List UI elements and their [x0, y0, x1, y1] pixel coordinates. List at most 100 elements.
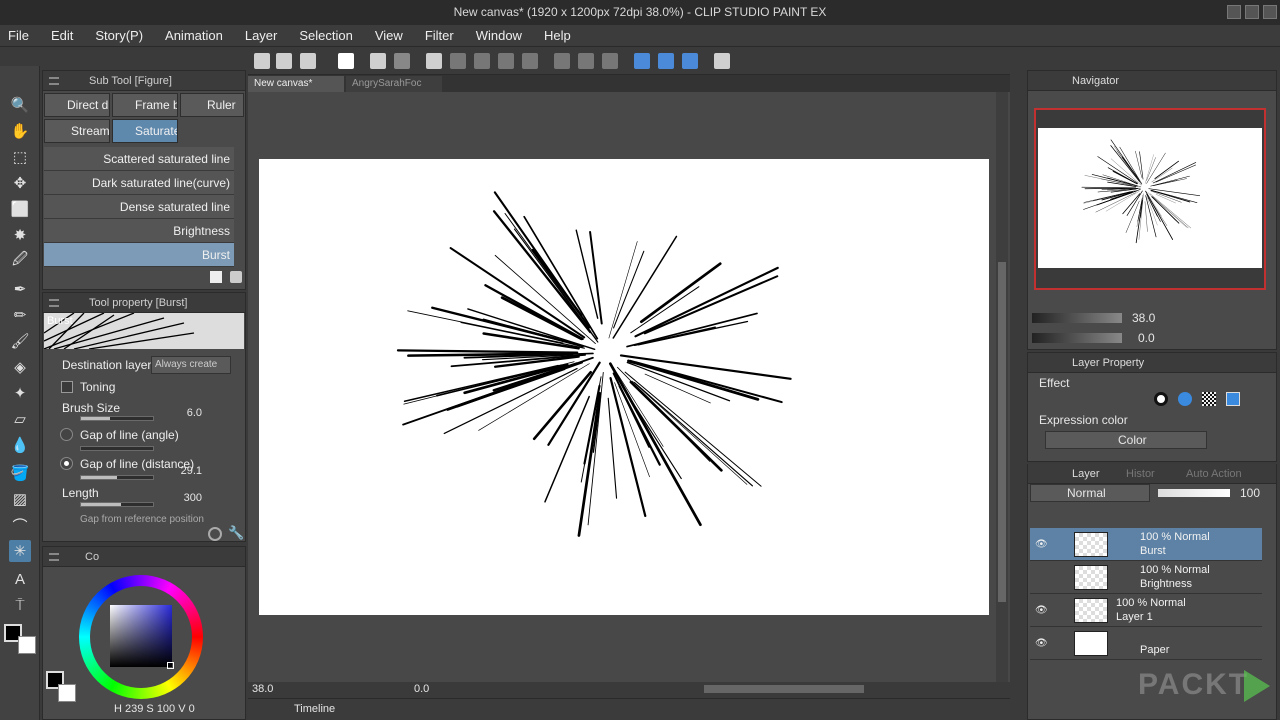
snap-grid-icon[interactable]: [682, 53, 698, 69]
rotate-slider[interactable]: [1032, 333, 1122, 343]
brush-brightness[interactable]: Brightness: [44, 219, 234, 243]
expression-color-select[interactable]: Color: [1045, 431, 1207, 449]
gap-distance-value[interactable]: 29.1: [174, 465, 202, 477]
menu-selection[interactable]: Selection: [299, 28, 352, 43]
tab-history[interactable]: Histor: [1126, 464, 1155, 484]
visibility-eye-icon[interactable]: 👁: [1035, 638, 1048, 649]
toning-checkbox[interactable]: [61, 381, 73, 393]
text-icon[interactable]: A: [9, 568, 31, 590]
auto-select-icon[interactable]: ✸: [9, 224, 31, 246]
destination-layer-select[interactable]: Always create: [151, 356, 231, 374]
blend-mode-select[interactable]: Normal: [1030, 484, 1150, 502]
balloon-icon[interactable]: ⍑: [9, 594, 31, 616]
menu-help[interactable]: Help: [544, 28, 571, 43]
airbrush-icon[interactable]: ◈: [9, 356, 31, 378]
subtool-tab-direct[interactable]: Direct d: [44, 93, 110, 117]
menu-window[interactable]: Window: [476, 28, 522, 43]
layer-row-burst[interactable]: 👁 100 % Normal Burst: [1030, 528, 1262, 561]
save-icon[interactable]: [300, 53, 316, 69]
zoom-slider[interactable]: [1032, 313, 1122, 323]
subtool-tab-frame[interactable]: Frame b: [112, 93, 178, 117]
move-layer-icon[interactable]: ✥: [9, 172, 31, 194]
timeline-label[interactable]: Timeline: [294, 699, 335, 719]
saturation-value-box[interactable]: [110, 605, 172, 667]
layer-row-brightness[interactable]: 100 % Normal Brightness: [1030, 561, 1262, 594]
menu-view[interactable]: View: [375, 28, 403, 43]
close-button[interactable]: [1263, 5, 1277, 19]
decoration-icon[interactable]: ✦: [9, 382, 31, 404]
delete-subtool-icon[interactable]: [230, 271, 242, 283]
brush-dense[interactable]: Dense saturated line: [44, 195, 234, 219]
subtool-tab-ruler[interactable]: Ruler: [180, 93, 244, 117]
navigator-tab[interactable]: Navigator: [1028, 71, 1276, 91]
brush-burst[interactable]: Burst: [44, 243, 234, 267]
menu-animation[interactable]: Animation: [165, 28, 223, 43]
snap-special-ruler-icon[interactable]: [658, 53, 674, 69]
tab-layer[interactable]: Layer: [1072, 464, 1100, 484]
border-effect-icon[interactable]: [1154, 392, 1168, 406]
opacity-value[interactable]: 100: [1240, 486, 1260, 500]
gap-distance-radio[interactable]: [60, 457, 73, 470]
length-value[interactable]: 300: [174, 492, 202, 504]
frame-border-icon[interactable]: ✳: [9, 540, 31, 562]
opacity-slider[interactable]: [1158, 489, 1230, 497]
angle-readout[interactable]: 0.0: [414, 682, 429, 696]
color-swatch-icon[interactable]: [338, 53, 354, 69]
scale-icon[interactable]: [474, 53, 490, 69]
pen-icon[interactable]: ✒: [9, 278, 31, 300]
settings-dropdown-icon[interactable]: [714, 53, 730, 69]
brush-scattered[interactable]: Scattered saturated line: [44, 147, 234, 171]
pencil-icon[interactable]: ✏: [9, 304, 31, 326]
horizontal-scrollbar[interactable]: [704, 685, 864, 693]
undo-icon[interactable]: [370, 53, 386, 69]
zoom-tool-icon[interactable]: 🔍: [9, 94, 31, 116]
maximize-button[interactable]: [1245, 5, 1259, 19]
gap-angle-slider[interactable]: [80, 446, 154, 451]
new-file-icon[interactable]: [254, 53, 270, 69]
gap-angle-radio[interactable]: [60, 428, 73, 441]
menu-layer[interactable]: Layer: [245, 28, 278, 43]
snap-ruler-icon[interactable]: [634, 53, 650, 69]
brush-icon[interactable]: 🖌: [9, 330, 31, 352]
sub-color-swatch[interactable]: [18, 636, 36, 654]
tab-auto-action[interactable]: Auto Action: [1186, 464, 1242, 484]
navigator-preview[interactable]: [1038, 128, 1262, 268]
operation-tool-icon[interactable]: ⬚: [9, 146, 31, 168]
eraser-icon[interactable]: ▱: [9, 408, 31, 430]
visibility-eye-icon[interactable]: 👁: [1035, 539, 1048, 550]
zoom-readout[interactable]: 38.0: [252, 682, 273, 696]
wrench-icon[interactable]: 🔧: [228, 525, 244, 541]
figure-icon[interactable]: ⌒: [9, 514, 31, 536]
selection-tool-icon[interactable]: ⬜: [9, 198, 31, 220]
minimize-button[interactable]: [1227, 5, 1241, 19]
menu-edit[interactable]: Edit: [51, 28, 73, 43]
fill-icon[interactable]: [498, 53, 514, 69]
layer-property-tab[interactable]: Layer Property: [1028, 353, 1276, 373]
gap-distance-slider[interactable]: [80, 475, 154, 480]
clear-icon[interactable]: [426, 53, 442, 69]
extract-line-icon[interactable]: [1178, 392, 1192, 406]
menu-filter[interactable]: Filter: [425, 28, 454, 43]
menu-file[interactable]: File: [8, 28, 29, 43]
layer-row-paper[interactable]: 👁 Paper: [1030, 627, 1262, 660]
visibility-eye-icon[interactable]: 👁: [1035, 605, 1048, 616]
length-slider[interactable]: [80, 502, 154, 507]
tab-new-canvas[interactable]: New canvas*: [248, 76, 344, 92]
navigator-rotate-value[interactable]: 0.0: [1138, 331, 1155, 345]
hand-tool-icon[interactable]: ✋: [9, 120, 31, 142]
eyedropper-icon[interactable]: 🖉: [9, 250, 31, 272]
drawing-canvas[interactable]: [259, 159, 989, 615]
deselect-icon[interactable]: [554, 53, 570, 69]
grid-icon[interactable]: [602, 53, 618, 69]
reset-settings-icon[interactable]: [208, 527, 222, 541]
brush-size-slider[interactable]: [80, 416, 154, 421]
invert-selection-icon[interactable]: [578, 53, 594, 69]
layer-color-icon[interactable]: [1226, 392, 1240, 406]
tone-effect-icon[interactable]: [1202, 392, 1216, 406]
menu-story[interactable]: Story(P): [95, 28, 143, 43]
fill-tool-icon[interactable]: 🪣: [9, 462, 31, 484]
color-picker-marker[interactable]: [167, 662, 174, 669]
redo-icon[interactable]: [394, 53, 410, 69]
brush-dark-curve[interactable]: Dark saturated line(curve): [44, 171, 234, 195]
subtool-tab-saturate[interactable]: Saturate: [112, 119, 178, 143]
